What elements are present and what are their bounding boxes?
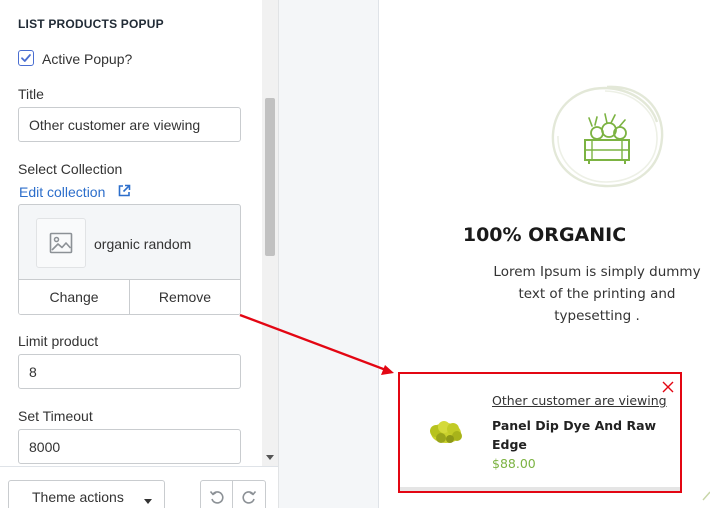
image-placeholder-icon [49, 232, 73, 254]
editor-canvas-background [278, 0, 378, 508]
check-icon [21, 54, 31, 62]
set-timeout-input[interactable] [18, 429, 241, 464]
vegetable-crate-icon [551, 85, 664, 188]
popup-bottom-edge [400, 487, 680, 491]
bottom-toolbar: Theme actions [0, 466, 278, 508]
storefront-preview: 100% ORGANIC Lorem Ipsum is simply dummy… [379, 0, 710, 508]
collection-name: organic random [94, 236, 192, 252]
product-thumbnail[interactable] [424, 410, 466, 452]
limit-product-input[interactable] [18, 354, 241, 389]
corner-decoration [702, 491, 710, 501]
redo-button[interactable] [233, 480, 266, 508]
external-link-icon[interactable] [117, 184, 131, 198]
edit-collection-link[interactable]: Edit collection [19, 184, 105, 200]
undo-button[interactable] [200, 480, 233, 508]
scroll-down-icon[interactable] [266, 455, 274, 460]
theme-actions-button[interactable]: Theme actions [8, 480, 165, 508]
collection-actions: Change Remove [19, 279, 240, 314]
limit-product-label: Limit product [18, 333, 99, 349]
popup-viewing-text[interactable]: Other customer are viewing [492, 393, 667, 408]
theme-actions-label: Theme actions [32, 489, 124, 505]
remove-collection-button[interactable]: Remove [129, 280, 240, 314]
organic-description: Lorem Ipsum is simply dummy text of the … [493, 264, 701, 324]
select-collection-label: Select Collection [18, 161, 123, 177]
popup-product-price: $88.00 [492, 456, 536, 471]
title-label: Title [18, 86, 44, 102]
section-title: LIST PRODUCTS POPUP [18, 17, 164, 31]
list-products-popup[interactable]: Other customer are viewing Panel Dip Dye… [398, 372, 682, 493]
collection-thumbnail [36, 218, 86, 268]
collection-card: organic random Change Remove [18, 204, 241, 315]
undo-icon [209, 490, 224, 504]
popup-product-name[interactable]: Panel Dip Dye And Raw Edge [492, 416, 662, 454]
settings-scrollbar[interactable] [262, 0, 278, 466]
close-icon[interactable] [662, 381, 674, 393]
set-timeout-label: Set Timeout [18, 408, 93, 424]
active-popup-checkbox[interactable] [18, 50, 34, 66]
scrollbar-thumb[interactable] [265, 98, 275, 256]
redo-icon [242, 490, 257, 504]
change-collection-button[interactable]: Change [19, 280, 129, 314]
title-input[interactable] [18, 107, 241, 142]
caret-down-icon [144, 499, 152, 504]
organic-heading: 100% ORGANIC [462, 224, 627, 246]
settings-panel: LIST PRODUCTS POPUP Active Popup? Title … [0, 0, 262, 466]
active-popup-label[interactable]: Active Popup? [42, 51, 132, 67]
